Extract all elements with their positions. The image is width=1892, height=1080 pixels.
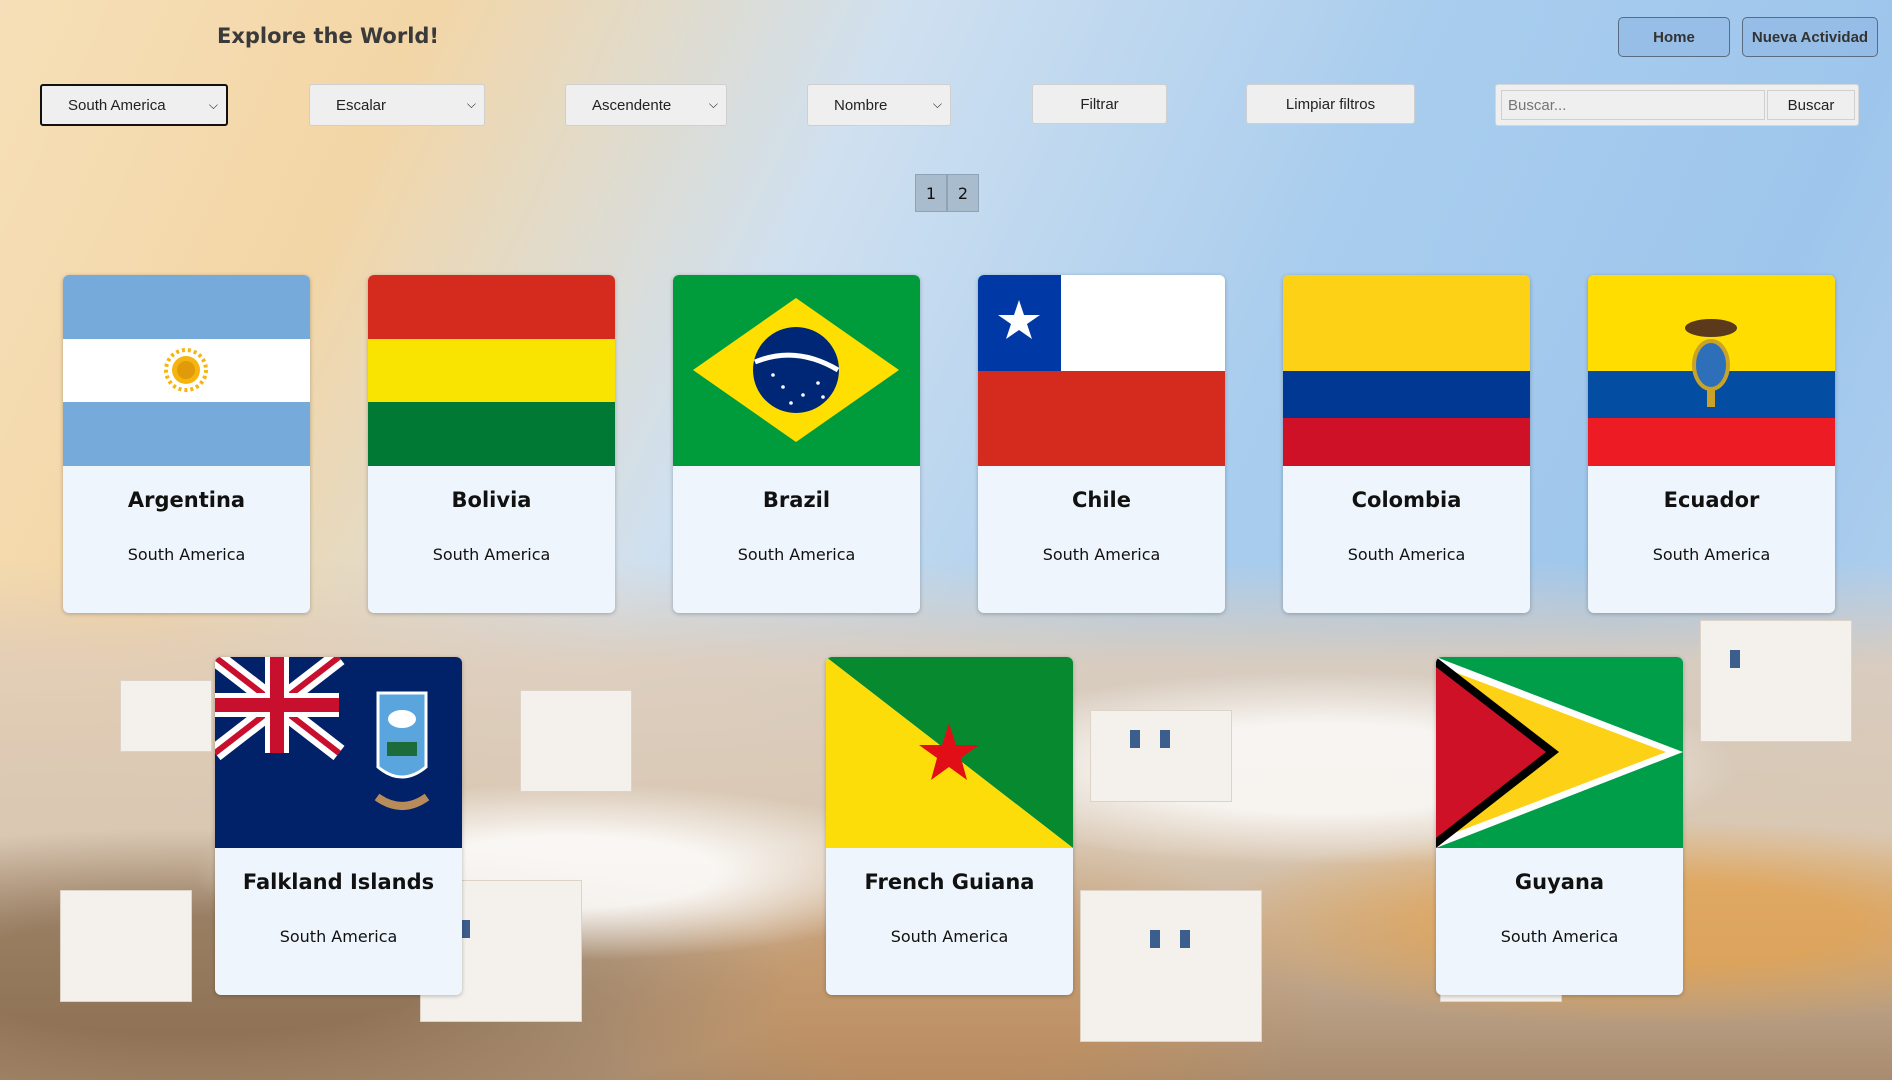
chile-flag bbox=[978, 275, 1225, 466]
order-select-value: Ascendente bbox=[592, 96, 672, 114]
chevron-down-icon: ⌵ bbox=[932, 97, 942, 111]
country-card-guyana[interactable]: Guyana South America bbox=[1436, 657, 1683, 995]
country-continent: South America bbox=[737, 545, 856, 564]
sort-by-select-value: Nombre bbox=[834, 96, 888, 114]
pagination: 1 2 bbox=[915, 174, 979, 212]
page-1-button[interactable]: 1 bbox=[915, 174, 947, 212]
filter-button[interactable]: Filtrar bbox=[1032, 84, 1167, 124]
search-bar: Buscar bbox=[1495, 84, 1859, 126]
country-name: Argentina bbox=[127, 488, 246, 512]
country-name: Falkland Islands bbox=[242, 870, 435, 894]
country-card-ecuador[interactable]: Ecuador South America bbox=[1588, 275, 1835, 613]
guyana-flag bbox=[1436, 657, 1683, 848]
country-card-bolivia[interactable]: Bolivia South America bbox=[368, 275, 615, 613]
search-button[interactable]: Buscar bbox=[1767, 90, 1855, 120]
page-title: Explore the World! bbox=[217, 24, 440, 48]
country-continent: South America bbox=[432, 545, 551, 564]
sort-by-select[interactable]: Nombre ⌵ bbox=[807, 84, 951, 126]
home-button[interactable]: Home bbox=[1618, 17, 1730, 57]
country-continent: South America bbox=[890, 927, 1009, 946]
page-2-button[interactable]: 2 bbox=[947, 174, 979, 212]
country-name: Bolivia bbox=[451, 488, 532, 512]
search-input[interactable] bbox=[1501, 90, 1765, 120]
country-continent: South America bbox=[1042, 545, 1161, 564]
activity-select[interactable]: Escalar ⌵ bbox=[309, 84, 485, 126]
colombia-flag bbox=[1283, 275, 1530, 466]
filter-toolbar: South America ⌵ Escalar ⌵ Ascendente ⌵ N… bbox=[0, 84, 1892, 128]
argentina-flag bbox=[63, 275, 310, 466]
order-select[interactable]: Ascendente ⌵ bbox=[565, 84, 727, 126]
continent-select-value: South America bbox=[68, 96, 166, 114]
country-continent: South America bbox=[1652, 545, 1771, 564]
country-name: Guyana bbox=[1514, 870, 1605, 894]
country-card-chile[interactable]: Chile South America bbox=[978, 275, 1225, 613]
continent-select[interactable]: South America ⌵ bbox=[40, 84, 228, 126]
country-continent: South America bbox=[1500, 927, 1619, 946]
clear-filters-button[interactable]: Limpiar filtros bbox=[1246, 84, 1415, 124]
country-name: Colombia bbox=[1351, 488, 1462, 512]
country-name: Chile bbox=[1071, 488, 1131, 512]
country-continent: South America bbox=[279, 927, 398, 946]
bolivia-flag bbox=[368, 275, 615, 466]
header-bar: Explore the World! Home Nueva Actividad bbox=[0, 0, 1892, 72]
country-name: French Guiana bbox=[864, 870, 1035, 894]
country-continent: South America bbox=[1347, 545, 1466, 564]
country-card-colombia[interactable]: Colombia South America bbox=[1283, 275, 1530, 613]
falkland-islands-flag bbox=[215, 657, 462, 848]
chevron-down-icon: ⌵ bbox=[208, 98, 218, 112]
country-name: Ecuador bbox=[1663, 488, 1760, 512]
activity-select-value: Escalar bbox=[336, 96, 387, 114]
ecuador-flag bbox=[1588, 275, 1835, 466]
country-card-argentina[interactable]: Argentina South America bbox=[63, 275, 310, 613]
new-activity-button[interactable]: Nueva Actividad bbox=[1742, 17, 1878, 57]
country-card-french-guiana[interactable]: French Guiana South America bbox=[826, 657, 1073, 995]
country-card-falkland-islands[interactable]: Falkland Islands South America bbox=[215, 657, 462, 995]
french-guiana-flag bbox=[826, 657, 1073, 848]
country-card-brazil[interactable]: Brazil South America bbox=[673, 275, 920, 613]
brazil-flag bbox=[673, 275, 920, 466]
chevron-down-icon: ⌵ bbox=[466, 97, 476, 111]
chevron-down-icon: ⌵ bbox=[708, 97, 718, 111]
country-continent: South America bbox=[127, 545, 246, 564]
country-name: Brazil bbox=[762, 488, 831, 512]
